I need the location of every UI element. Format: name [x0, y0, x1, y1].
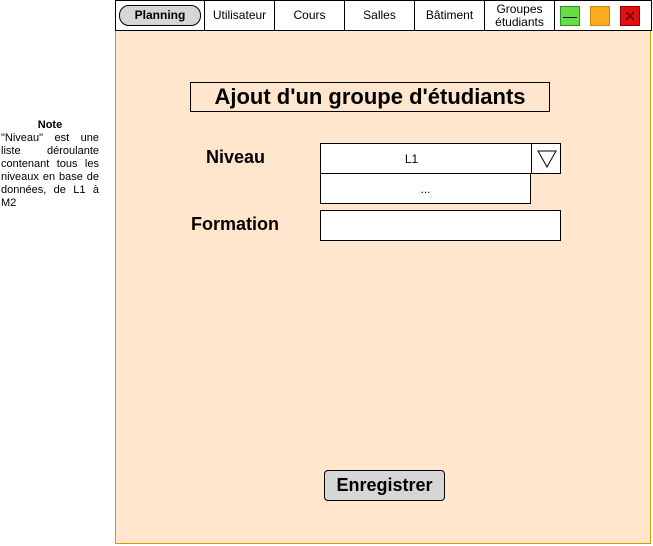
niveau-label: Niveau	[206, 147, 266, 167]
close-button[interactable]: ✕	[620, 6, 640, 26]
tab-cours[interactable]: Cours	[275, 1, 345, 30]
formation-label: Formation	[191, 214, 279, 234]
formation-input[interactable]	[320, 210, 561, 241]
tab-groupes-label-line2: étudiants	[495, 14, 544, 29]
close-icon: ✕	[624, 8, 636, 24]
top-navigation-bar: Planning Utilisateur Cours Salles Bâtime…	[115, 0, 652, 31]
tab-utilisateur[interactable]: Utilisateur	[205, 1, 275, 30]
minimize-icon: —	[563, 8, 577, 24]
tab-batiment[interactable]: Bâtiment	[415, 1, 485, 30]
tab-groupes-label-line1: Groupes	[496, 1, 543, 16]
maximize-button[interactable]	[590, 6, 610, 26]
tab-salles[interactable]: Salles	[345, 1, 415, 30]
minimize-button[interactable]: —	[560, 6, 580, 26]
page-title: Ajout d'un groupe d'étudiants	[190, 82, 550, 112]
niveau-dropdown-option[interactable]: ...	[320, 173, 531, 204]
side-note: Note "Niveau" est une liste déroulante c…	[1, 119, 99, 210]
tab-planning[interactable]: Planning	[116, 1, 205, 30]
tab-planning-label: Planning	[119, 5, 201, 26]
niveau-dropdown[interactable]: L1	[320, 143, 561, 174]
note-text: "Niveau" est une liste déroulante conten…	[1, 132, 99, 209]
tab-groupes-etudiants[interactable]: Groupes étudiants	[485, 1, 555, 30]
triangle-down-icon	[536, 150, 557, 168]
save-button[interactable]: Enregistrer	[324, 470, 445, 501]
note-title: Note	[37, 119, 63, 131]
dropdown-toggle[interactable]	[531, 144, 561, 173]
niveau-selected-value: L1	[404, 151, 419, 166]
